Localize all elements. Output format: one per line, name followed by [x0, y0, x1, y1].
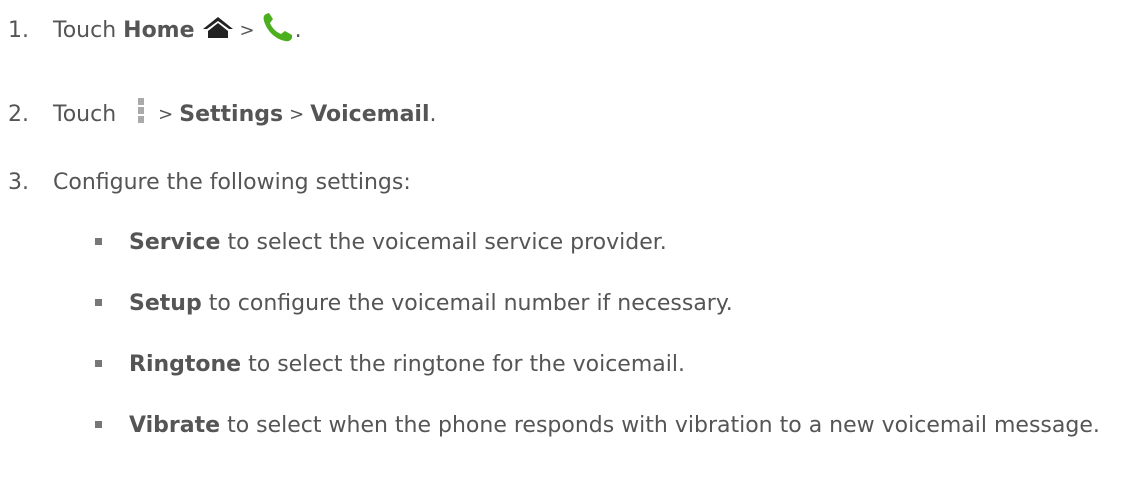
bullet [95, 299, 102, 306]
setting-description: to configure the voicemail number if nec… [208, 291, 733, 316]
setting-term: Ringtone [129, 352, 242, 377]
setting-term: Vibrate [129, 413, 221, 438]
list-item: Setup to configure the voicemail number … [95, 288, 733, 320]
phone-icon [261, 11, 295, 49]
list-item-text: Vibrate to select when the phone respond… [129, 410, 1129, 442]
separator: > [158, 103, 174, 125]
list-item-text: Ringtone to select the ringtone for the … [129, 349, 685, 381]
separator: > [289, 103, 305, 125]
setting-description: to select when the phone responds with v… [227, 413, 1100, 438]
bullet [95, 421, 102, 428]
separator: > [239, 19, 255, 41]
settings-label: Settings [179, 101, 284, 127]
setting-description: to select the ringtone for the voicemail… [248, 352, 685, 377]
home-icon [202, 16, 234, 44]
voicemail-label: Voicemail [310, 101, 430, 127]
step-text: Touch [53, 101, 117, 127]
bullet [95, 238, 102, 245]
bullet [95, 360, 102, 367]
step-2: 2. Touch > Settings > Voicemail . [8, 98, 437, 130]
step-number: 1. [8, 17, 29, 43]
step-text: Touch [53, 17, 117, 43]
step-1: 1. Touch Home > . [8, 11, 302, 49]
step-number: 2. [8, 101, 29, 127]
setting-term: Setup [129, 291, 202, 316]
list-item: Vibrate to select when the phone respond… [95, 410, 1129, 442]
list-item-text: Service to select the voicemail service … [129, 227, 667, 259]
setting-description: to select the voicemail service provider… [227, 230, 667, 255]
step-end: . [429, 101, 437, 127]
step-end: . [294, 17, 302, 43]
step-text: Configure the following settings: [53, 169, 411, 195]
home-label: Home [123, 17, 195, 43]
step-number: 3. [8, 169, 29, 195]
step-3: 3. Configure the following settings: [8, 166, 411, 198]
setting-term: Service [129, 230, 221, 255]
list-item: Service to select the voicemail service … [95, 227, 667, 259]
list-item: Ringtone to select the ringtone for the … [95, 349, 685, 381]
menu-icon [136, 97, 146, 131]
list-item-text: Setup to configure the voicemail number … [129, 288, 733, 320]
